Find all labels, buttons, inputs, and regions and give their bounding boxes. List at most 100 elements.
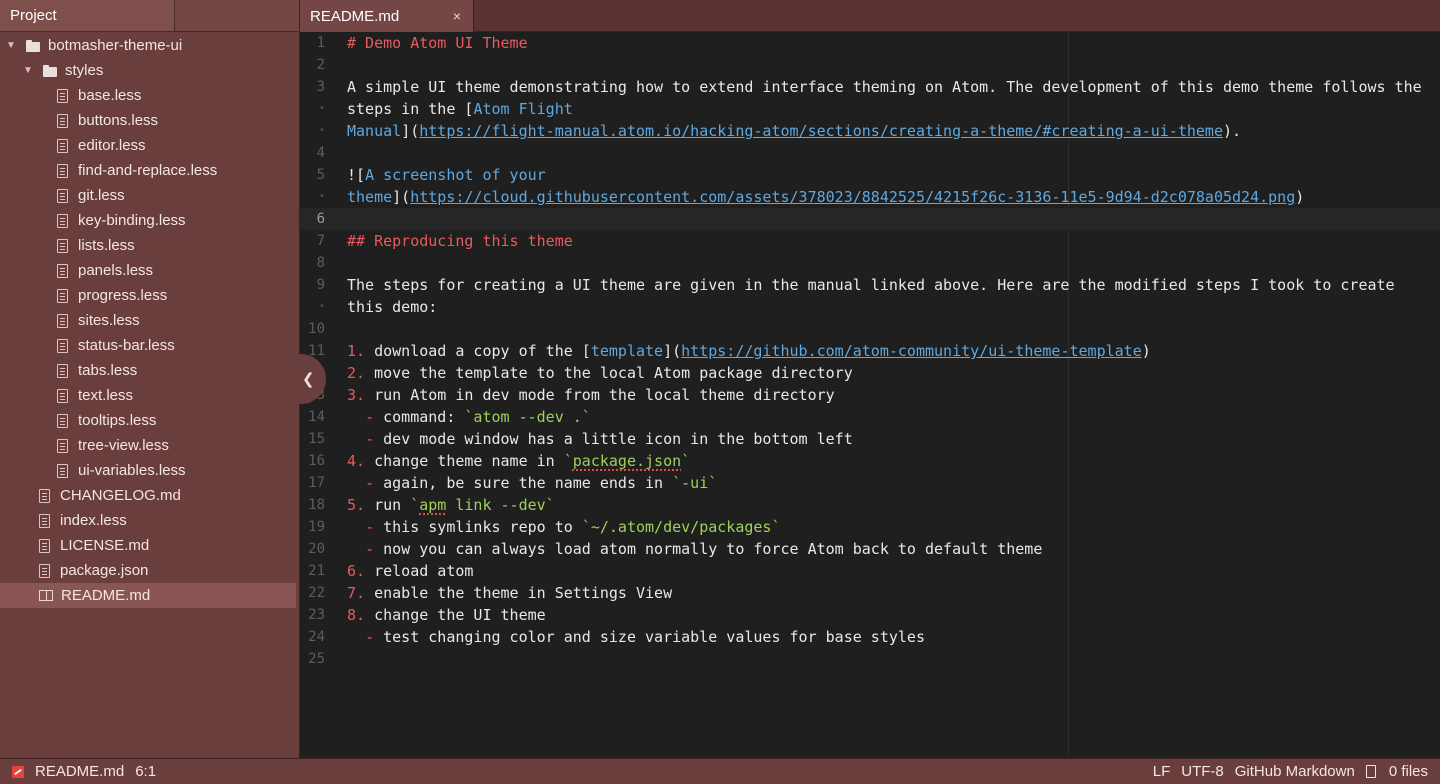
close-icon[interactable]: × <box>453 8 461 24</box>
chevron-down-icon[interactable]: ▼ <box>4 40 18 51</box>
file-icon <box>57 338 68 353</box>
tree-file[interactable]: tooltips.less <box>0 408 299 433</box>
line-text: theme](https://cloud.githubusercontent.c… <box>347 188 1305 206</box>
tree-item-label: botmasher-theme-ui <box>48 37 183 54</box>
status-encoding[interactable]: UTF-8 <box>1181 763 1224 780</box>
file-icon <box>57 263 68 278</box>
book-icon <box>39 590 53 601</box>
line-number: • <box>318 301 325 312</box>
tree-root-folder[interactable]: ▼ botmasher-theme-ui <box>0 33 299 58</box>
editor-line[interactable]: 11 1. download a copy of the [template](h… <box>300 340 1440 362</box>
tree-file[interactable]: base.less <box>0 83 299 108</box>
line-number: 17 <box>308 475 325 491</box>
editor-line[interactable]: 23 8. change the UI theme <box>300 604 1440 626</box>
editor-line[interactable]: 9 The steps for creating a UI theme are g… <box>300 274 1440 296</box>
editor-line[interactable]: 22 7. enable the theme in Settings View <box>300 582 1440 604</box>
status-cursor-position[interactable]: 6:1 <box>135 763 156 780</box>
tree-file[interactable]: index.less <box>0 508 299 533</box>
editor-line[interactable]: 24 - test changing color and size variab… <box>300 626 1440 648</box>
tree-file[interactable]: sites.less <box>0 308 299 333</box>
editor-line[interactable]: 6 <box>300 208 1440 230</box>
file-icon <box>57 463 68 478</box>
tree-file[interactable]: CHANGELOG.md <box>0 483 299 508</box>
editor-line[interactable]: • this demo: <box>300 296 1440 318</box>
editor-line[interactable]: 4 <box>300 142 1440 164</box>
text-editor[interactable]: 1 # Demo Atom UI Theme 2 3 A simple UI theme… <box>300 32 1440 758</box>
tree-file[interactable]: text.less <box>0 383 299 408</box>
tree-file[interactable]: LICENSE.md <box>0 533 299 558</box>
file-tree: ▼ botmasher-theme-ui ▼ styles base.less butto… <box>0 32 299 608</box>
editor-line[interactable]: 7 ## Reproducing this theme <box>300 230 1440 252</box>
status-line-ending[interactable]: LF <box>1153 763 1171 780</box>
line-number: 16 <box>308 453 325 469</box>
tree-item-label: index.less <box>60 512 127 529</box>
line-text: # Demo Atom UI Theme <box>347 34 528 52</box>
tree-file[interactable]: key-binding.less <box>0 208 299 233</box>
tree-file[interactable]: lists.less <box>0 233 299 258</box>
tree-file[interactable]: git.less <box>0 183 299 208</box>
editor-line[interactable]: 15 - dev mode window has a little icon i… <box>300 428 1440 450</box>
editor-line[interactable]: 133. run Atom in dev mode from the local… <box>300 384 1440 406</box>
tree-file-selected[interactable]: README.md <box>0 583 296 608</box>
tree-file[interactable]: buttons.less <box>0 108 299 133</box>
tree-item-label: git.less <box>78 187 125 204</box>
line-number: 8 <box>316 255 325 271</box>
line-number: • <box>318 125 325 136</box>
status-grammar[interactable]: GitHub Markdown <box>1235 763 1355 780</box>
tree-file[interactable]: status-bar.less <box>0 333 299 358</box>
editor-line[interactable]: • theme](https://cloud.githubusercontent.… <box>300 186 1440 208</box>
tab-readme[interactable]: README.md × <box>300 0 474 32</box>
editor-line[interactable]: 21 6. reload atom <box>300 560 1440 582</box>
editor-line[interactable]: 19 - this symlinks repo to `~/.atom/dev/… <box>300 516 1440 538</box>
editor-line[interactable]: 25 <box>300 648 1440 670</box>
editor-line[interactable]: 16 4. change theme name in `package.json` <box>300 450 1440 472</box>
editor-line[interactable]: 1 # Demo Atom UI Theme <box>300 32 1440 54</box>
line-text: - again, be sure the name ends in `-ui` <box>365 474 718 492</box>
tree-item-label: tabs.less <box>78 362 138 379</box>
file-icon <box>57 138 68 153</box>
status-file-name[interactable]: README.md <box>35 763 124 780</box>
editor-line[interactable]: 3 A simple UI theme demonstrating how to … <box>300 76 1440 98</box>
editor-line[interactable]: 18 5. run `apm link --dev` <box>300 494 1440 516</box>
editor-line[interactable]: • Manual](https://flight-manual.atom.io/h… <box>300 120 1440 142</box>
tree-item-label: README.md <box>61 587 151 604</box>
file-icon <box>39 488 50 503</box>
tree-file[interactable]: panels.less <box>0 258 299 283</box>
tree-file[interactable]: find-and-replace.less <box>0 158 299 183</box>
line-number: • <box>318 103 325 114</box>
file-icon <box>57 438 68 453</box>
editor-line[interactable]: 20 - now you can always load atom normal… <box>300 538 1440 560</box>
file-icon <box>57 163 68 178</box>
line-number: 4 <box>316 145 325 161</box>
line-number: • <box>318 191 325 202</box>
tree-file[interactable]: editor.less <box>0 133 299 158</box>
tree-file[interactable]: tree-view.less <box>0 433 299 458</box>
line-number: 20 <box>308 541 325 557</box>
editor-line[interactable]: 8 <box>300 252 1440 274</box>
editor-line[interactable]: 5 ![A screenshot of your <box>300 164 1440 186</box>
line-text: this demo: <box>347 298 438 316</box>
editor-line[interactable]: • steps in the [Atom Flight <box>300 98 1440 120</box>
file-icon <box>57 313 68 328</box>
tree-item-label: status-bar.less <box>78 337 175 354</box>
line-text: 4. change theme name in `package.json` <box>347 452 691 470</box>
chevron-down-icon[interactable]: ▼ <box>21 65 35 76</box>
file-icon <box>57 213 68 228</box>
editor-line[interactable]: 122. move the template to the local Atom… <box>300 362 1440 384</box>
editor-line[interactable]: 17 - again, be sure the name ends in `-u… <box>300 472 1440 494</box>
dev-mode-icon[interactable] <box>12 765 24 778</box>
status-files[interactable]: 0 files <box>1365 763 1428 780</box>
tree-file[interactable]: progress.less <box>0 283 299 308</box>
tree-file[interactable]: tabs.less <box>0 358 299 383</box>
tree-folder-styles[interactable]: ▼ styles <box>0 58 299 83</box>
line-number: 1 <box>316 35 325 51</box>
editor-line[interactable]: 10 <box>300 318 1440 340</box>
editor-line[interactable]: 14 - command: `atom --dev .` <box>300 406 1440 428</box>
tab-bar: README.md × <box>300 0 1440 32</box>
tree-file[interactable]: package.json <box>0 558 299 583</box>
project-tab[interactable]: Project <box>0 0 175 31</box>
line-number: 21 <box>308 563 325 579</box>
file-icon <box>57 238 68 253</box>
tree-file[interactable]: ui-variables.less <box>0 458 299 483</box>
editor-line[interactable]: 2 <box>300 54 1440 76</box>
